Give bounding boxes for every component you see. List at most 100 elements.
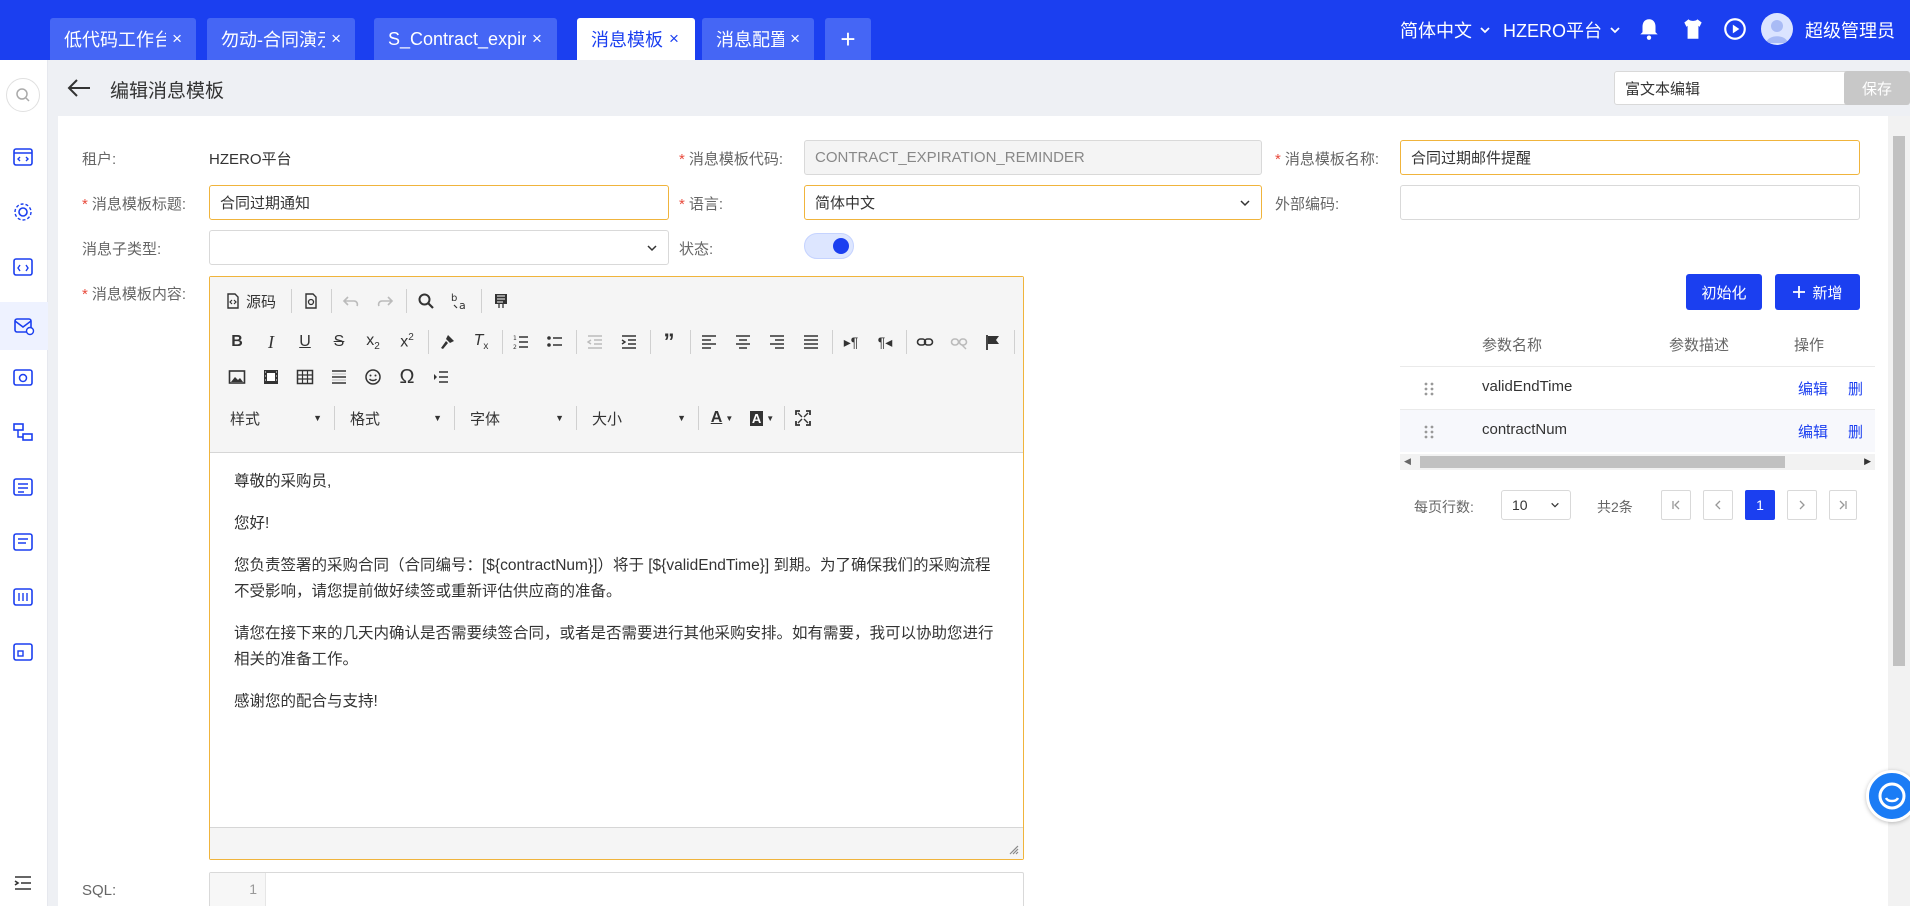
- subscript-button[interactable]: x2: [360, 329, 386, 355]
- tab-contract-demo[interactable]: 勿动-合同演示 ×: [207, 18, 355, 60]
- italic-button[interactable]: I: [258, 329, 284, 355]
- align-left-button[interactable]: [696, 329, 722, 355]
- page-break-button[interactable]: [428, 364, 454, 390]
- delete-link[interactable]: 删: [1848, 378, 1863, 399]
- play-circle-icon[interactable]: [1722, 16, 1748, 42]
- close-icon[interactable]: ×: [331, 29, 341, 49]
- replace-button[interactable]: ba: [447, 288, 473, 314]
- image-button[interactable]: [224, 364, 250, 390]
- edit-link[interactable]: 编辑: [1798, 378, 1828, 399]
- template-button[interactable]: [488, 288, 514, 314]
- equalizer-icon[interactable]: [12, 586, 34, 608]
- scrollbar-thumb[interactable]: [1893, 136, 1905, 666]
- back-arrow-icon[interactable]: [66, 77, 92, 99]
- document-list-icon[interactable]: [12, 531, 34, 553]
- rtl-button[interactable]: ¶◂: [872, 329, 898, 355]
- bell-icon[interactable]: [1636, 16, 1662, 42]
- close-icon[interactable]: ×: [669, 29, 679, 49]
- clear-format-button[interactable]: Tx: [468, 329, 494, 355]
- table-horizontal-scrollbar[interactable]: ◀ ▶: [1400, 454, 1875, 470]
- superscript-button[interactable]: x2: [394, 329, 420, 355]
- camera-settings-icon[interactable]: [12, 366, 34, 388]
- format-painter-button[interactable]: [434, 329, 460, 355]
- unlink-button[interactable]: [946, 329, 972, 355]
- external-code-input[interactable]: [1400, 185, 1860, 220]
- ltr-button[interactable]: ▸¶: [838, 329, 864, 355]
- justify-button[interactable]: [798, 329, 824, 355]
- avatar[interactable]: [1761, 13, 1793, 45]
- edit-mode-select[interactable]: 富文本编辑: [1614, 71, 1878, 105]
- close-icon[interactable]: ×: [790, 29, 800, 49]
- platform-switch[interactable]: HZERO平台: [1503, 0, 1622, 60]
- language-switch[interactable]: 简体中文: [1400, 0, 1492, 60]
- message-subtype-select[interactable]: [209, 230, 669, 265]
- indent-button[interactable]: [616, 329, 642, 355]
- sql-editor[interactable]: 1: [209, 872, 1024, 906]
- menu-collapse-icon[interactable]: [12, 872, 34, 894]
- scroll-right-icon[interactable]: ▶: [1864, 456, 1871, 467]
- tab-lowcode-workbench[interactable]: 低代码工作台 ×: [50, 18, 196, 60]
- editor-content[interactable]: 尊敬的采购员, 您好! 您负责签署的采购合同（合同编号：[${contractN…: [234, 453, 1004, 715]
- table-button[interactable]: [292, 364, 318, 390]
- resize-handle-icon[interactable]: [1007, 843, 1019, 855]
- find-button[interactable]: [413, 288, 439, 314]
- outdent-button[interactable]: [582, 329, 608, 355]
- underline-button[interactable]: U: [292, 329, 318, 355]
- video-button[interactable]: [258, 364, 284, 390]
- bold-button[interactable]: B: [224, 329, 250, 355]
- add-tab-button[interactable]: +: [825, 18, 871, 60]
- emoji-button[interactable]: [360, 364, 386, 390]
- tab-s-contract-expira[interactable]: S_Contract_expira ×: [374, 18, 557, 60]
- scroll-left-icon[interactable]: ◀: [1404, 456, 1411, 467]
- save-button[interactable]: 保存: [1844, 71, 1910, 105]
- template-title-input[interactable]: 合同过期通知: [209, 185, 669, 220]
- message-template-nav[interactable]: [0, 302, 48, 350]
- code-window-icon[interactable]: [12, 146, 34, 168]
- page-number-current[interactable]: 1: [1745, 490, 1775, 520]
- language-select[interactable]: 简体中文: [804, 185, 1262, 220]
- edit-link[interactable]: 编辑: [1798, 421, 1828, 442]
- drag-handle-icon[interactable]: [1422, 381, 1436, 397]
- size-select[interactable]: 大小 ▼: [586, 405, 692, 431]
- scrollbar-thumb[interactable]: [1420, 456, 1785, 468]
- shirt-icon[interactable]: [1680, 16, 1706, 42]
- drag-handle-icon[interactable]: [1422, 424, 1436, 440]
- tab-message-config[interactable]: 消息配置 ×: [702, 18, 814, 60]
- dashboard-icon[interactable]: [12, 641, 34, 663]
- search-button[interactable]: [6, 78, 40, 112]
- ordered-list-button[interactable]: 12: [508, 329, 534, 355]
- link-button[interactable]: [912, 329, 938, 355]
- user-menu[interactable]: 超级管理员: [1805, 0, 1895, 60]
- settings-cluster-icon[interactable]: [12, 201, 34, 223]
- font-select[interactable]: 字体 ▼: [464, 405, 570, 431]
- blockquote-button[interactable]: ”: [656, 329, 682, 355]
- strikethrough-button[interactable]: S: [326, 329, 352, 355]
- special-char-button[interactable]: Ω: [394, 364, 420, 390]
- horizontal-rule-button[interactable]: [326, 364, 352, 390]
- rows-per-page-select[interactable]: 10: [1501, 490, 1571, 520]
- text-color-button[interactable]: A ▼: [704, 405, 740, 431]
- close-icon[interactable]: ×: [532, 29, 542, 49]
- code-file-icon[interactable]: [12, 256, 34, 278]
- anchor-button[interactable]: [980, 329, 1006, 355]
- last-page-button[interactable]: [1829, 490, 1857, 520]
- maximize-button[interactable]: [790, 405, 816, 431]
- delete-link[interactable]: 删: [1848, 421, 1863, 442]
- align-right-button[interactable]: [764, 329, 790, 355]
- initialize-button[interactable]: 初始化: [1686, 274, 1762, 310]
- source-button[interactable]: 源码: [224, 288, 284, 314]
- close-icon[interactable]: ×: [172, 29, 182, 49]
- preview-button[interactable]: [298, 288, 324, 314]
- blocks-icon[interactable]: [12, 421, 34, 443]
- prev-page-button[interactable]: [1703, 490, 1733, 520]
- undo-button[interactable]: [338, 288, 364, 314]
- list-sliders-icon[interactable]: [12, 476, 34, 498]
- template-name-input[interactable]: 合同过期邮件提醒: [1400, 140, 1860, 175]
- bullet-list-button[interactable]: [542, 329, 568, 355]
- redo-button[interactable]: [372, 288, 398, 314]
- add-param-button[interactable]: 新增: [1775, 274, 1860, 310]
- status-toggle[interactable]: [804, 233, 854, 259]
- assistant-float-button[interactable]: [1866, 770, 1910, 822]
- style-select[interactable]: 样式 ▼: [224, 405, 328, 431]
- align-center-button[interactable]: [730, 329, 756, 355]
